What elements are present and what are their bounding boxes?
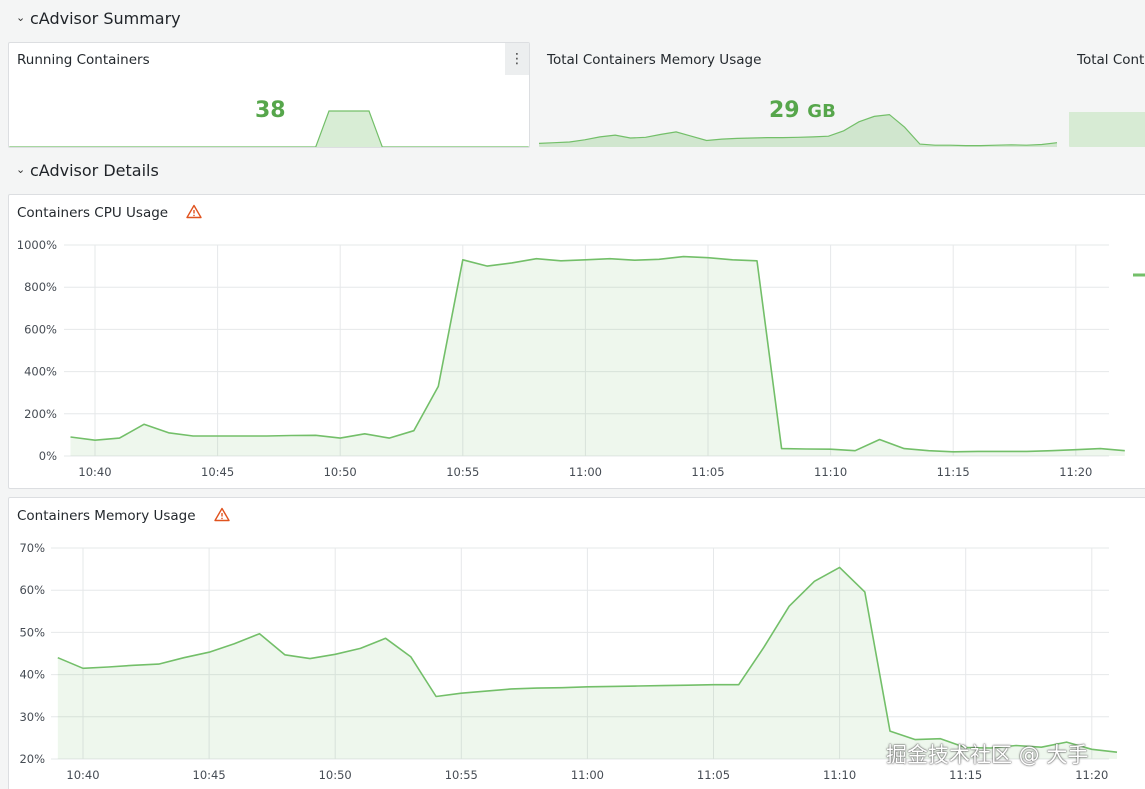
stat-sparkline [9,110,529,147]
x-tick-label: 11:00 [569,465,602,479]
panel-cpu-usage[interactable]: Containers CPU Usage 1000% 800% 600% 400% 20… [8,194,1145,489]
row-header-summary[interactable]: ⌄ cAdvisor Summary [16,9,181,28]
y-tick-label: 50% [19,625,45,639]
y-tick-label: 70% [19,541,45,555]
series-area [70,256,1125,456]
x-tick-label: 11:00 [571,768,604,782]
watermark: 掘金技术社区 @ 大手 [886,743,1089,767]
x-tick-label: 10:55 [445,768,478,782]
y-tick-label: 30% [19,710,45,724]
x-tick-label: 11:05 [691,465,724,479]
y-tick-label: 400% [24,365,57,379]
x-tick-label: 10:45 [201,465,234,479]
y-tick-label: 200% [24,407,57,421]
stat-value: 29 GB [769,98,836,123]
stat-panel-running-containers[interactable]: Running Containers ⋮ 38 [8,42,530,148]
x-tick-label: 11:10 [823,768,856,782]
stat-sparkline [539,113,1058,147]
chevron-down-icon: ⌄ [16,163,26,176]
row-title-details: cAdvisor Details [30,161,159,180]
x-tick-label: 11:05 [697,768,730,782]
panel-title: Total Cont [1077,52,1145,68]
row-title-summary: cAdvisor Summary [30,9,181,28]
y-tick-label: 60% [19,583,45,597]
stat-panel-total-memory[interactable]: Total Containers Memory Usage 29 GB [538,42,1060,148]
y-tick-label: 20% [19,752,45,766]
stat-panel-total-containers[interactable]: Total Cont [1068,42,1145,148]
y-tick-label: 40% [19,668,45,682]
chevron-down-icon: ⌄ [16,11,26,24]
x-tick-label: 11:20 [1059,465,1092,479]
x-tick-label: 10:50 [324,465,357,479]
x-tick-label: 10:45 [193,768,226,782]
y-tick-label: 800% [24,280,57,294]
x-tick-label: 10:40 [66,768,99,782]
y-tick-label: 0% [39,449,57,463]
x-tick-label: 11:15 [937,465,970,479]
x-tick-label: 10:40 [78,465,111,479]
stat-value: 38 [255,98,286,123]
x-tick-label: 10:50 [319,768,352,782]
x-tick-label: 11:10 [814,465,847,479]
stat-fill [1069,112,1145,147]
row-header-details[interactable]: ⌄ cAdvisor Details [16,161,159,180]
x-tick-label: 10:55 [446,465,479,479]
x-tick-label: 11:20 [1075,768,1108,782]
time-series-chart: 1000% 800% 600% 400% 200% 0% 10:40 10:45 10:50 10… [17,238,1145,479]
y-tick-label: 600% [24,322,57,336]
y-tick-label: 1000% [17,238,57,252]
x-tick-label: 11:15 [949,768,982,782]
